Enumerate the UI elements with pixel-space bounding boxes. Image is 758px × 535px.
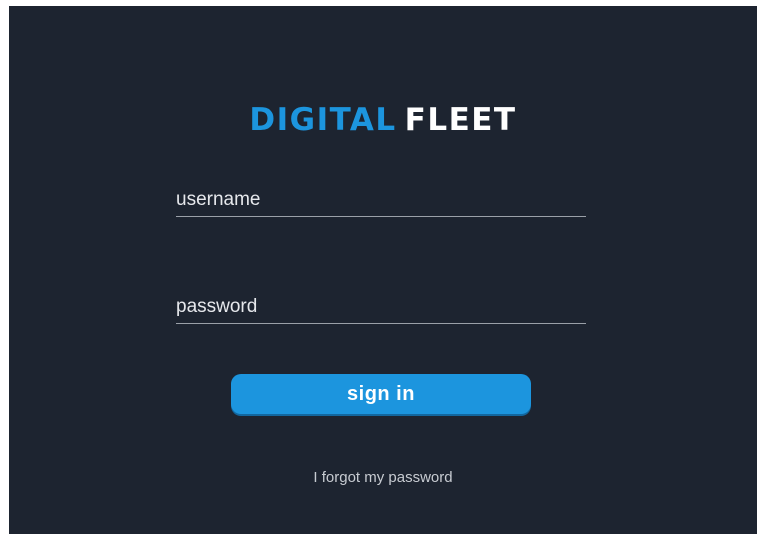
- sign-in-button[interactable]: sign in: [231, 374, 531, 414]
- password-input[interactable]: [176, 295, 586, 319]
- logo-text-digital: DIGITAL: [249, 102, 397, 138]
- logo-text-fleet: FLEET: [404, 102, 517, 138]
- username-field: [176, 176, 586, 217]
- login-panel: DIGITALFLEET sign in I forgot my passwor…: [9, 6, 757, 534]
- password-field: [176, 283, 586, 324]
- forgot-password-link[interactable]: I forgot my password: [9, 469, 757, 486]
- username-input[interactable]: [176, 188, 586, 212]
- digital-fleet-logo: DIGITAL FLEET: [9, 102, 757, 138]
